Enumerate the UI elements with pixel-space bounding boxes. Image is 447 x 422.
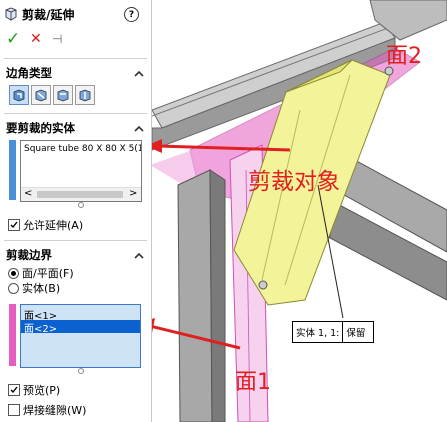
end-butt1-button[interactable] xyxy=(53,85,73,105)
scroll-right-arrow-icon[interactable]: > xyxy=(129,188,137,199)
face-plane-label: 面/平面(F) xyxy=(22,267,74,280)
radio-selected-icon xyxy=(8,267,19,279)
trim-extend-panel: 剪裁/延伸 ? ✓ ✕ ⊣ 边角类型 要剪裁的实体 Square tube 80… xyxy=(0,0,152,422)
body-label: 实体(B) xyxy=(22,282,61,295)
checkbox-checked-icon xyxy=(8,384,20,396)
divider xyxy=(4,240,147,241)
resize-handle[interactable] xyxy=(78,202,84,208)
faces-list-accent xyxy=(9,304,16,366)
trim-faces-list[interactable]: 面<1> 面<2> xyxy=(20,304,141,368)
resize-handle[interactable] xyxy=(78,368,84,374)
checkbox-checked-icon xyxy=(8,219,20,231)
body-keep-tag[interactable]: 实体 1, 1: 保留 xyxy=(292,321,375,343)
allow-extend-label: 允许延伸(A) xyxy=(23,219,84,232)
action-bar: ✓ ✕ ⊣ xyxy=(6,29,68,49)
face2-callout: 面2 xyxy=(386,44,422,69)
bodies-to-trim-list-accent xyxy=(9,140,16,200)
end-butt1-icon xyxy=(57,89,69,102)
divider xyxy=(4,58,147,59)
pin-button[interactable]: ⊣ xyxy=(52,32,68,46)
preview-label: 预览(P) xyxy=(23,384,61,397)
list-item-selected[interactable]: 面<2> xyxy=(21,320,140,335)
end-butt2-button[interactable] xyxy=(75,85,95,105)
preview-checkbox[interactable]: 预览(P) xyxy=(8,383,60,397)
bodies-to-trim-header[interactable]: 要剪裁的实体 xyxy=(6,119,75,137)
allow-extend-checkbox[interactable]: 允许延伸(A) xyxy=(8,218,83,232)
list-item[interactable]: Square tube 80 X 80 X 5(1 xyxy=(24,144,141,154)
trim-boundary-header[interactable]: 剪裁边界 xyxy=(6,246,52,264)
corner-type-options xyxy=(9,85,97,105)
weld-gap-label: 焊接缝隙(W) xyxy=(23,404,87,417)
panel-title: 剪裁/延伸 xyxy=(22,7,75,22)
help-button[interactable]: ? xyxy=(124,7,139,22)
trim-object-callout: 剪裁对象 xyxy=(248,169,340,195)
bodies-to-trim-list[interactable]: Square tube 80 X 80 X 5(1 < > xyxy=(20,140,142,202)
bodies-to-trim-label: 要剪裁的实体 xyxy=(6,121,75,135)
collapse-chevron-icon[interactable] xyxy=(133,250,145,262)
trim-boundary-label: 剪裁边界 xyxy=(6,248,52,262)
cancel-button[interactable]: ✕ xyxy=(30,31,52,47)
tag-value[interactable]: 保留 xyxy=(343,322,373,342)
panel-header: 剪裁/延伸 xyxy=(4,4,74,24)
end-miter-button[interactable] xyxy=(31,85,51,105)
scroll-thumb[interactable] xyxy=(37,191,123,198)
end-trim-button[interactable] xyxy=(9,85,29,105)
horizontal-scrollbar[interactable]: < > xyxy=(21,187,141,201)
trim-extend-icon xyxy=(4,7,18,21)
weld-gap-checkbox[interactable]: 焊接缝隙(W) xyxy=(8,403,86,417)
collapse-chevron-icon[interactable] xyxy=(133,68,145,80)
end-trim-icon xyxy=(13,89,25,102)
corner-type-label: 边角类型 xyxy=(6,66,52,80)
end-butt2-icon xyxy=(79,89,91,102)
tag-label: 实体 1, 1: xyxy=(293,322,344,342)
end-miter-icon xyxy=(35,89,47,102)
body-radio[interactable]: 实体(B) xyxy=(8,281,60,295)
graphics-viewport[interactable]: 面2 剪裁对象 面1 实体 1, 1: 保留 xyxy=(152,0,447,422)
confirm-button[interactable]: ✓ xyxy=(6,29,26,49)
face-plane-radio[interactable]: 面/平面(F) xyxy=(8,266,74,280)
corner-type-header[interactable]: 边角类型 xyxy=(6,64,52,82)
collapse-chevron-icon[interactable] xyxy=(133,123,145,135)
scroll-left-arrow-icon[interactable]: < xyxy=(24,188,32,199)
radio-unselected-icon xyxy=(8,282,19,294)
face1-callout: 面1 xyxy=(235,370,271,395)
selected-face-label: 面<2> xyxy=(24,324,58,335)
help-icon: ? xyxy=(128,9,135,20)
checkbox-unchecked-icon xyxy=(8,404,20,416)
divider xyxy=(4,113,147,114)
